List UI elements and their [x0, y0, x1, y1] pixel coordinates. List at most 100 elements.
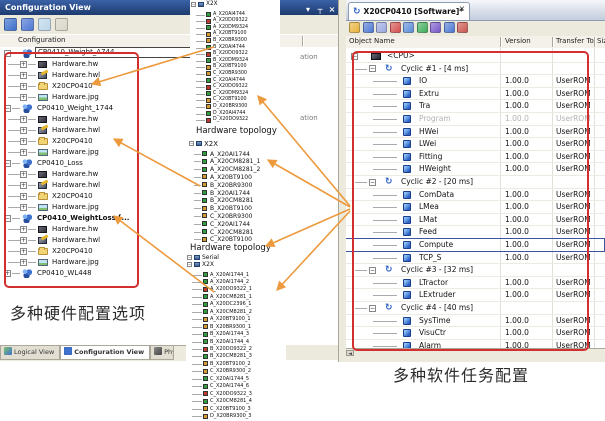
software-task-row[interactable]: TCP_S1.00.0UserROM: [345, 252, 605, 265]
column-transfer-to[interactable]: Transfer To: [556, 37, 594, 45]
expand-icon[interactable]: −: [369, 267, 376, 274]
tree-row-hardware-item[interactable]: +Hardware.hwl: [0, 235, 339, 246]
export-icon[interactable]: [55, 18, 68, 31]
dropdown-icon[interactable]: ▾: [302, 4, 314, 15]
expand-icon[interactable]: −: [4, 105, 11, 112]
batch-download-icon[interactable]: [4, 18, 17, 31]
expand-icon[interactable]: −: [4, 215, 11, 222]
edit-icon[interactable]: [376, 22, 387, 33]
expand-icon[interactable]: −: [191, 2, 196, 7]
expand-icon[interactable]: +: [20, 204, 27, 211]
software-task-row[interactable]: LExtruder1.00.0UserROM: [345, 289, 605, 302]
software-cyclic-row[interactable]: −↻Cyclic #2 - [20 ms]: [345, 176, 605, 189]
column-separator[interactable]: [552, 37, 553, 47]
expand-icon[interactable]: +: [20, 226, 27, 233]
expand-icon[interactable]: +: [20, 83, 27, 90]
tree-row-hardware-item[interactable]: +Hardware.jpg: [0, 92, 339, 103]
scroll-left-icon[interactable]: ◄: [346, 350, 354, 356]
expand-icon[interactable]: +: [20, 237, 27, 244]
software-task-row[interactable]: LWei1.00.0UserROM: [345, 138, 605, 151]
expand-icon[interactable]: +: [20, 138, 27, 145]
software-cpu-row[interactable]: −<CPU>: [345, 50, 605, 63]
software-task-row[interactable]: SysTime1.00.0UserROM: [345, 315, 605, 328]
expand-icon[interactable]: +: [20, 149, 27, 156]
software-task-row[interactable]: LMea1.00.0UserROM: [345, 201, 605, 214]
tab-close-icon[interactable]: ×: [457, 4, 467, 13]
expand-icon[interactable]: +: [20, 259, 27, 266]
column-separator[interactable]: [302, 36, 303, 46]
expand-icon[interactable]: −: [4, 50, 11, 57]
expand-icon[interactable]: −: [187, 262, 192, 267]
tree-row-hardware-item[interactable]: +Hardware.hw: [0, 59, 339, 70]
expand-icon[interactable]: −: [189, 141, 194, 146]
software-task-row[interactable]: Fitting1.00.0UserROM: [345, 151, 605, 164]
tree-row-hardware-item[interactable]: +Hardware.hw: [0, 114, 339, 125]
software-task-row[interactable]: Extru1.00.0UserROM: [345, 88, 605, 101]
software-cyclic-row[interactable]: −↻Cyclic #1 - [4 ms]: [345, 63, 605, 76]
expand-icon[interactable]: +: [20, 171, 27, 178]
column-configuration[interactable]: Configuration: [18, 36, 65, 44]
software-task-row[interactable]: IO1.00.0UserROM: [345, 75, 605, 88]
view-tab-physical-view[interactable]: Physical View: [150, 346, 174, 360]
expand-icon[interactable]: +: [4, 270, 11, 277]
software-cyclic-row[interactable]: −↻Cyclic #4 - [40 ms]: [345, 302, 605, 315]
tree-row-config[interactable]: −CP0410_Loss: [0, 158, 339, 169]
tree-row-hardware-item[interactable]: +Hardware.hw: [0, 169, 339, 180]
view-tab-configuration-view[interactable]: Configuration View: [60, 346, 150, 360]
expand-icon[interactable]: −: [351, 53, 358, 60]
tree-row-hardware-item[interactable]: +Hardware.hwl: [0, 180, 339, 191]
expand-icon[interactable]: +: [20, 182, 27, 189]
column-size[interactable]: Siz: [597, 37, 605, 45]
software-task-row[interactable]: Tra1.00.0UserROM: [345, 100, 605, 113]
tree-row-hardware-item[interactable]: +X20CP0410: [0, 191, 339, 202]
software-task-row[interactable]: ComData1.00.0UserROM: [345, 189, 605, 202]
software-task-row[interactable]: LMat1.00.0UserROM: [345, 214, 605, 227]
software-task-row[interactable]: LTractor1.00.0UserROM: [345, 277, 605, 290]
table-view-icon[interactable]: [38, 18, 51, 31]
tree-row-hardware-item[interactable]: +Hardware.jpg: [0, 147, 339, 158]
tree-row-config[interactable]: −CP0410_Weight_1744: [0, 103, 339, 114]
expand-icon[interactable]: +: [20, 127, 27, 134]
panel-splitter[interactable]: [338, 0, 346, 362]
column-separator[interactable]: [594, 37, 595, 47]
expand-icon[interactable]: −: [187, 255, 192, 260]
tree-row-hardware-item[interactable]: +Hardware.hw: [0, 224, 339, 235]
expand-icon[interactable]: +: [20, 61, 27, 68]
close-icon[interactable]: ×: [326, 4, 338, 15]
expand-icon[interactable]: +: [20, 193, 27, 200]
expand-icon[interactable]: +: [20, 94, 27, 101]
software-task-row[interactable]: Program1.00.0UserROM: [345, 113, 605, 126]
column-separator[interactable]: [500, 37, 501, 47]
tree-row-config[interactable]: −CP0410_Weight_A744: [0, 48, 339, 59]
expand-icon[interactable]: +: [20, 248, 27, 255]
column-version[interactable]: Version: [505, 37, 531, 45]
expand-icon[interactable]: +: [20, 116, 27, 123]
rename-icon[interactable]: [403, 22, 414, 33]
remove-task-icon[interactable]: [390, 22, 401, 33]
expand-icon[interactable]: +: [20, 72, 27, 79]
refresh-icon[interactable]: [417, 22, 428, 33]
tree-row-hardware-item[interactable]: +X20CP0410: [0, 81, 339, 92]
software-task-row[interactable]: HWeight1.00.0UserROM: [345, 163, 605, 176]
tree-row-hardware-item[interactable]: +Hardware.hwl: [0, 125, 339, 136]
expand-icon[interactable]: −: [4, 160, 11, 167]
add-task-icon[interactable]: [363, 22, 374, 33]
tree-row-config[interactable]: −CP0410_WeightLoss [...: [0, 213, 339, 224]
view-tab-logical-view[interactable]: Logical View: [0, 346, 60, 360]
expand-icon[interactable]: −: [369, 305, 376, 312]
software-task-row[interactable]: VisuCtr1.00.0UserROM: [345, 327, 605, 340]
horizontal-scrollbar[interactable]: ◄: [345, 348, 605, 357]
new-object-icon[interactable]: [349, 22, 360, 33]
delete-icon[interactable]: [457, 22, 468, 33]
pin-icon[interactable]: ┬: [314, 4, 326, 15]
software-task-row[interactable]: Alarm1.00.0UserROM: [345, 340, 605, 348]
tree-row-config[interactable]: +CP0410_WL448: [0, 268, 339, 279]
column-object-name[interactable]: Object Name: [349, 37, 395, 45]
tree-row-hardware-item[interactable]: +X20CP0410: [0, 136, 339, 147]
software-cyclic-row[interactable]: −↻Cyclic #3 - [32 ms]: [345, 264, 605, 277]
build-icon[interactable]: [444, 22, 455, 33]
tree-row-hardware-item[interactable]: +Hardware.jpg: [0, 257, 339, 268]
module-icon[interactable]: [21, 18, 34, 31]
tab-x20cp0410-software[interactable]: ↻X20CP0410 [Software]*: [348, 2, 470, 20]
tree-row-hardware-item[interactable]: +X20CP0410: [0, 246, 339, 257]
